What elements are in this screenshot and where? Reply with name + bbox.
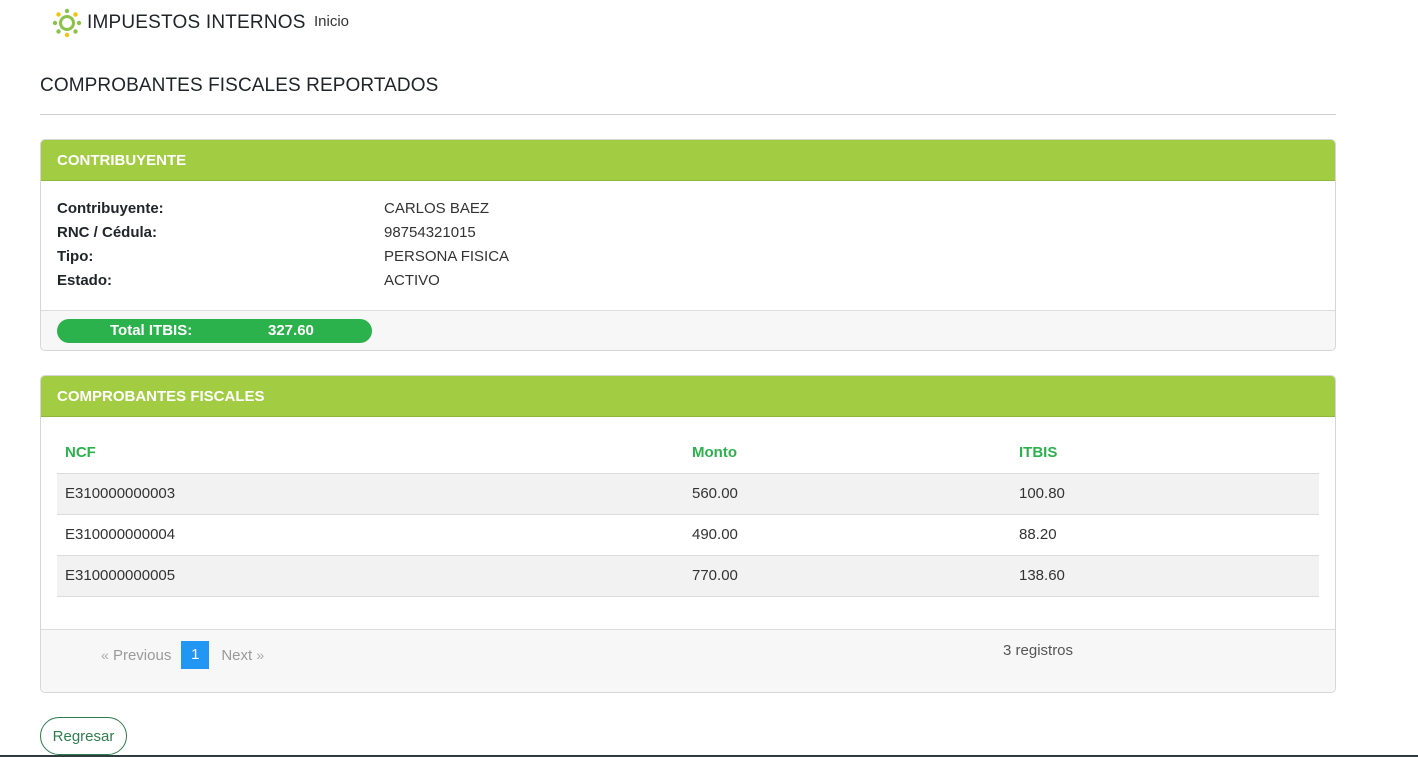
total-itbis-badge: Total ITBIS: 327.60 xyxy=(57,319,372,343)
receipts-card-header: COMPROBANTES FISCALES xyxy=(41,376,1335,417)
taxpayer-card-footer: Total ITBIS: 327.60 xyxy=(41,310,1335,350)
cell-ncf: E310000000003 xyxy=(57,473,684,515)
cell-itbis: 100.80 xyxy=(1011,473,1319,515)
taxpayer-card: CONTRIBUYENTE Contribuyente: CARLOS BAEZ… xyxy=(40,139,1336,351)
cell-monto: 560.00 xyxy=(684,473,1011,515)
sun-logo-icon xyxy=(52,8,82,38)
info-label: Tipo: xyxy=(57,248,94,265)
table-header-row: NCF Monto ITBIS xyxy=(57,433,1319,474)
info-row-rnc: RNC / Cédula: 98754321015 xyxy=(57,224,1257,248)
total-itbis-label: Total ITBIS: xyxy=(110,322,193,339)
receipts-table-container: NCF Monto ITBIS E310000000003 560.00 100… xyxy=(41,417,1335,629)
column-header-itbis[interactable]: ITBIS xyxy=(1011,433,1319,474)
info-label: Contribuyente: xyxy=(57,200,164,217)
receipts-table: NCF Monto ITBIS E310000000003 560.00 100… xyxy=(57,433,1319,597)
cell-monto: 770.00 xyxy=(684,555,1011,597)
total-itbis-value: 327.60 xyxy=(268,322,314,339)
info-label: RNC / Cédula: xyxy=(57,224,158,241)
receipts-card: COMPROBANTES FISCALES NCF Monto ITBIS E3… xyxy=(40,375,1336,693)
info-value: CARLOS BAEZ xyxy=(384,200,490,217)
cell-itbis: 138.60 xyxy=(1011,555,1319,597)
next-label: Next xyxy=(221,647,253,664)
info-row-contribuyente: Contribuyente: CARLOS BAEZ xyxy=(57,200,1257,224)
previous-label: Previous xyxy=(112,647,172,664)
table-row: E310000000004 490.00 88.20 xyxy=(57,514,1319,556)
double-chevron-right-icon: » xyxy=(256,647,265,663)
title-divider xyxy=(40,114,1336,115)
column-header-monto[interactable]: Monto xyxy=(684,433,1011,474)
brand-text: IMPUESTOS INTERNOS xyxy=(87,12,306,33)
cell-ncf: E310000000005 xyxy=(57,555,684,597)
pagination-page-1[interactable]: 1 xyxy=(181,641,210,669)
receipts-card-footer: « Previous 1 Next » 3 registros xyxy=(41,629,1335,692)
double-chevron-left-icon: « xyxy=(101,647,109,663)
pagination: « Previous 1 Next » xyxy=(97,641,268,669)
column-header-ncf[interactable]: NCF xyxy=(57,433,684,474)
info-value: ACTIVO xyxy=(384,272,440,289)
info-row-estado: Estado: ACTIVO xyxy=(57,272,1257,296)
taxpayer-card-header: CONTRIBUYENTE xyxy=(41,140,1335,181)
brand-link[interactable]: IMPUESTOS INTERNOS xyxy=(52,8,306,38)
cell-ncf: E310000000004 xyxy=(57,514,684,556)
navbar: IMPUESTOS INTERNOS Inicio xyxy=(0,0,1418,46)
table-row: E310000000003 560.00 100.80 xyxy=(57,473,1319,515)
page-title: COMPROBANTES FISCALES REPORTADOS xyxy=(40,75,439,96)
cell-monto: 490.00 xyxy=(684,514,1011,556)
info-row-tipo: Tipo: PERSONA FISICA xyxy=(57,248,1257,272)
pagination-previous[interactable]: « Previous xyxy=(97,641,181,669)
info-label: Estado: xyxy=(57,272,113,289)
back-button[interactable]: Regresar xyxy=(40,717,127,755)
info-value: 98754321015 xyxy=(384,224,476,241)
taxpayer-info: Contribuyente: CARLOS BAEZ RNC / Cédula:… xyxy=(41,181,1335,310)
pagination-next[interactable]: Next » xyxy=(217,641,268,669)
cell-itbis: 88.20 xyxy=(1011,514,1319,556)
records-count: 3 registros xyxy=(1003,642,1074,659)
nav-link-inicio[interactable]: Inicio xyxy=(314,13,349,30)
info-value: PERSONA FISICA xyxy=(384,248,510,265)
table-row: E310000000005 770.00 138.60 xyxy=(57,555,1319,597)
